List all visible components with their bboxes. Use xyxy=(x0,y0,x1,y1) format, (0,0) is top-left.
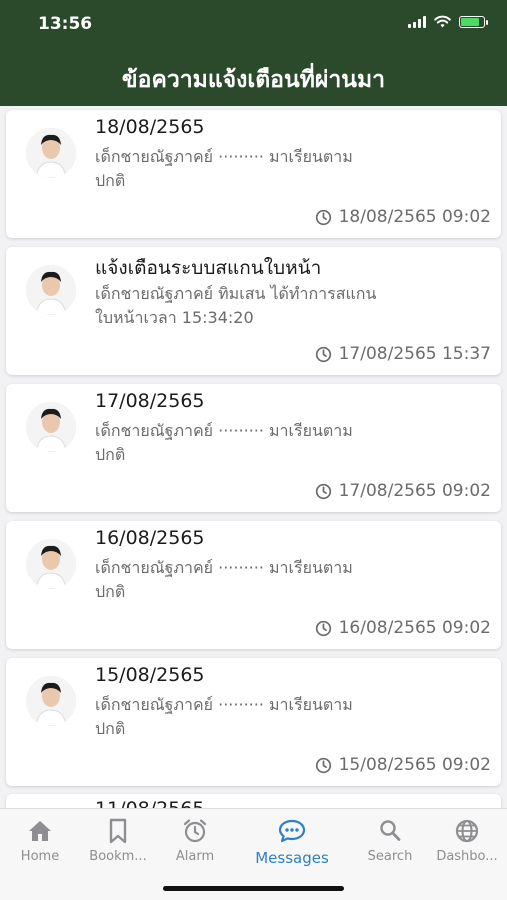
message-body: เด็กชายณัฐภาคย์ ········· มาเรียนตาม ปกต… xyxy=(95,693,490,741)
wifi-icon xyxy=(434,15,451,28)
message-body: เด็กชายณัฐภาคย์ ········· มาเรียนตาม ปกต… xyxy=(95,145,490,193)
message-body: เด็กชายณัฐภาคย์ ········· มาเรียนตาม ปกต… xyxy=(95,556,490,604)
message-time: 18/08/2565 09:02 xyxy=(338,207,491,227)
clock-icon xyxy=(315,346,331,362)
message-list[interactable]: 18/08/2565 เด็กชายณัฐภาคย์ ········· มาเ… xyxy=(0,106,507,808)
tab-label: Home xyxy=(20,849,60,864)
tab-label: Bookm... xyxy=(89,849,147,864)
avatar xyxy=(26,402,76,452)
message-time: 17/08/2565 09:02 xyxy=(338,481,491,501)
message-title: 18/08/2565 xyxy=(95,116,205,138)
globe-icon xyxy=(455,819,479,843)
message-title: 15/08/2565 xyxy=(95,664,205,686)
bookmark-icon xyxy=(109,818,127,844)
tab-label: Dashbo... xyxy=(436,849,498,864)
message-timestamp: 16/08/2565 09:02 xyxy=(315,618,491,638)
message-time: 16/08/2565 09:02 xyxy=(338,618,491,638)
status-time: 13:56 xyxy=(38,14,93,34)
message-timestamp: 15/08/2565 09:02 xyxy=(315,755,491,775)
message-time: 17/08/2565 15:37 xyxy=(338,344,491,364)
home-indicator[interactable] xyxy=(163,886,344,891)
message-line-1: เด็กชายณัฐภาคย์ ········· มาเรียนตาม xyxy=(95,695,353,714)
avatar xyxy=(26,676,76,726)
message-line-2: ปกติ xyxy=(95,582,126,601)
cellular-signal-icon xyxy=(408,15,426,28)
message-card[interactable]: 17/08/2565 เด็กชายณัฐภาคย์ ········· มาเ… xyxy=(6,384,501,512)
message-timestamp: 17/08/2565 15:37 xyxy=(315,344,491,364)
clock-icon xyxy=(315,483,331,499)
message-title: 16/08/2565 xyxy=(95,527,205,549)
messages-icon xyxy=(278,819,306,843)
tab-search[interactable]: Search xyxy=(350,817,430,864)
message-title: 11/08/2565 xyxy=(95,798,205,808)
avatar xyxy=(26,128,76,178)
message-title: แจ้งเตือนระบบสแกนใบหน้า xyxy=(95,257,322,279)
status-icons xyxy=(408,15,488,28)
message-line-1: เด็กชายณัฐภาคย์ ········· มาเรียนตาม xyxy=(95,421,353,440)
clock-icon xyxy=(315,620,331,636)
tab-label: Search xyxy=(367,849,413,864)
message-timestamp: 17/08/2565 09:02 xyxy=(315,481,491,501)
message-title: 17/08/2565 xyxy=(95,390,205,412)
tab-label: Messages xyxy=(255,849,329,867)
message-time: 15/08/2565 09:02 xyxy=(338,755,491,775)
message-line-2: ปกติ xyxy=(95,445,126,464)
message-line-1: เด็กชายณัฐภาคย์ ········· มาเรียนตาม xyxy=(95,558,353,577)
alarm-icon xyxy=(183,819,207,843)
avatar xyxy=(26,539,76,589)
avatar xyxy=(26,265,76,315)
home-icon xyxy=(29,821,51,841)
message-card[interactable]: 16/08/2565 เด็กชายณัฐภาคย์ ········· มาเ… xyxy=(6,521,501,649)
tab-alarm[interactable]: Alarm xyxy=(155,817,235,864)
message-line-1: เด็กชายณัฐภาคย์ ········· มาเรียนตาม xyxy=(95,147,353,166)
message-card[interactable]: แจ้งเตือนระบบสแกนใบหน้า เด็กชายณัฐภาคย์ … xyxy=(6,247,501,375)
message-line-2: ปกติ xyxy=(95,719,126,738)
message-line-1: เด็กชายณัฐภาคย์ ทิมเสน ได้ทำการสแกน xyxy=(95,284,377,303)
message-body: เด็กชายณัฐภาคย์ ········· มาเรียนตาม ปกต… xyxy=(95,419,490,467)
clock-icon xyxy=(315,209,331,225)
tab-messages[interactable]: Messages xyxy=(252,817,332,867)
clock-icon xyxy=(315,757,331,773)
app-header: 13:56 ข้อความแจ้งเตือนที่ผ่านมา xyxy=(0,0,507,106)
tab-dashboard[interactable]: Dashbo... xyxy=(427,817,507,864)
battery-icon xyxy=(459,15,488,28)
message-card[interactable]: 18/08/2565 เด็กชายณัฐภาคย์ ········· มาเ… xyxy=(6,110,501,238)
message-line-2: ปกติ xyxy=(95,171,126,190)
message-body: เด็กชายณัฐภาคย์ ทิมเสน ได้ทำการสแกน ใบหน… xyxy=(95,282,490,330)
tab-home[interactable]: Home xyxy=(0,817,80,864)
search-icon xyxy=(380,820,401,841)
page-title: ข้อความแจ้งเตือนที่ผ่านมา xyxy=(121,67,386,93)
tab-label: Alarm xyxy=(175,849,215,864)
tab-bookmarks[interactable]: Bookm... xyxy=(78,817,158,864)
message-line-2: ใบหน้าเวลา 15:34:20 xyxy=(95,308,254,327)
message-card[interactable]: 15/08/2565 เด็กชายณัฐภาคย์ ········· มาเ… xyxy=(6,658,501,786)
message-timestamp: 18/08/2565 09:02 xyxy=(315,207,491,227)
message-card-partial[interactable]: 11/08/2565 xyxy=(6,794,501,808)
